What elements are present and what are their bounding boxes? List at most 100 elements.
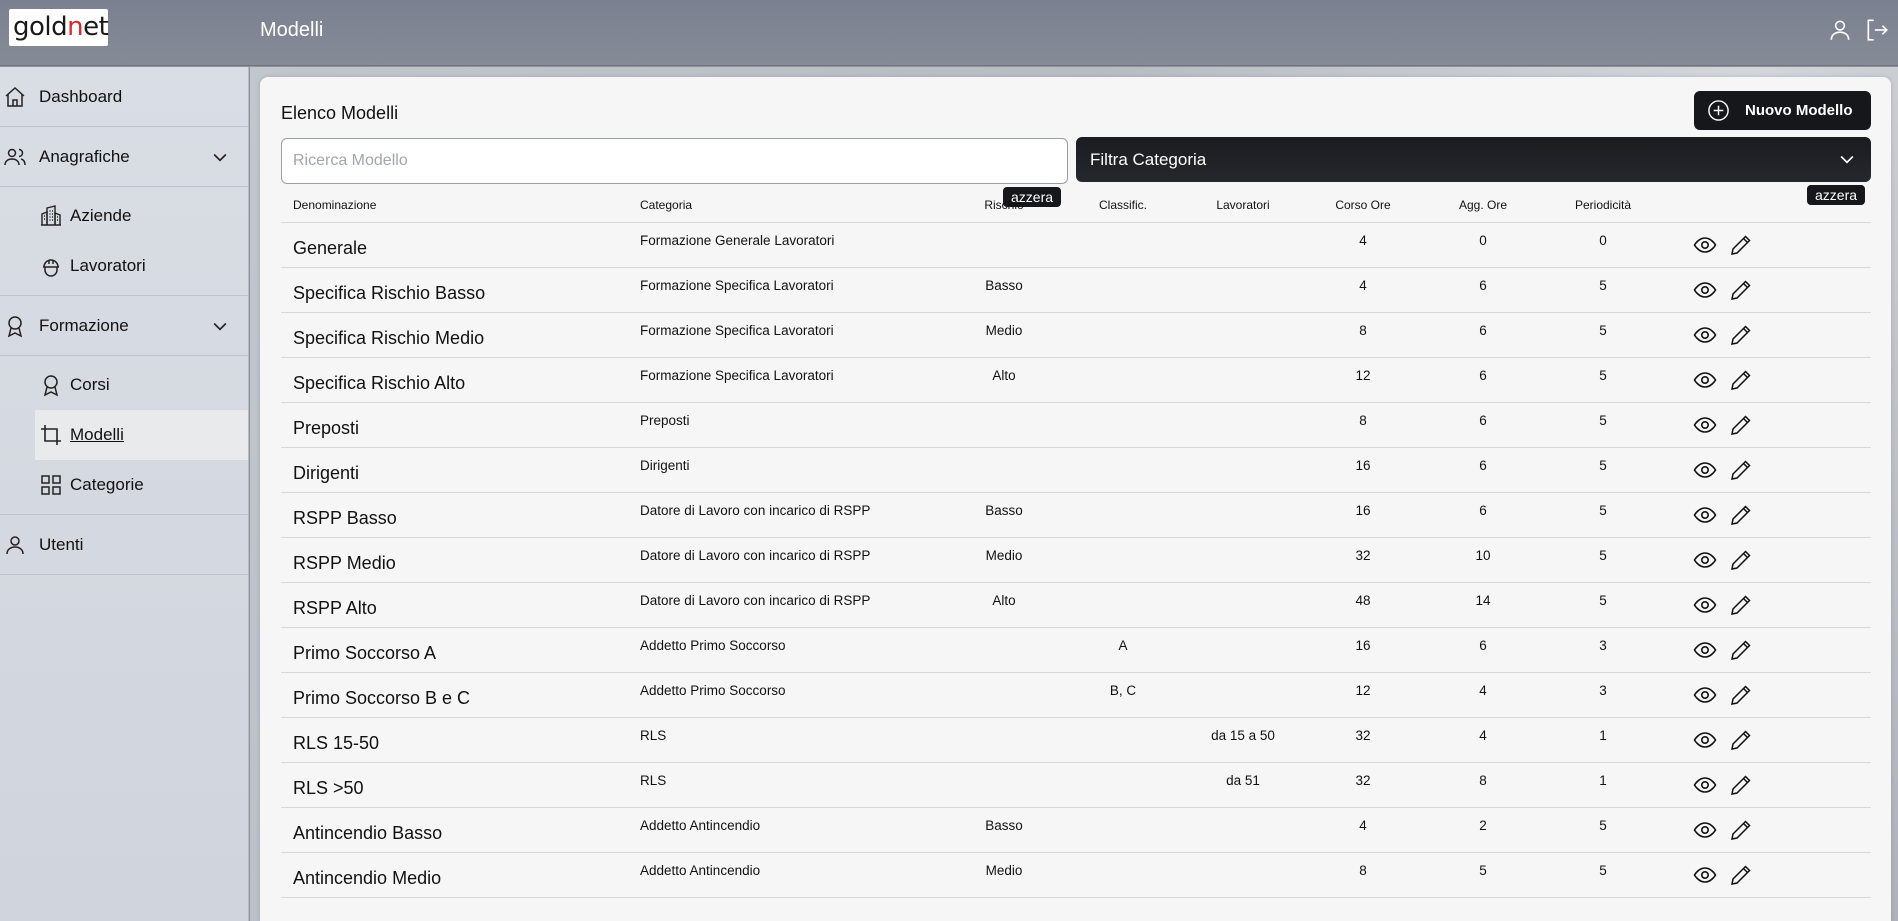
cell-risk: Basso (985, 817, 1023, 833)
sidebar-item-modelli[interactable]: Modelli (35, 410, 248, 460)
sidebar-item-lavoratori[interactable]: Lavoratori (35, 241, 248, 291)
eye-icon[interactable] (1693, 728, 1717, 752)
header-classification[interactable]: Classific. (1068, 198, 1178, 212)
cell-workers (1178, 600, 1308, 610)
header-name[interactable]: Denominazione (281, 198, 640, 212)
helmet-icon (39, 254, 63, 278)
eye-icon[interactable] (1693, 458, 1717, 482)
cell-category: Addetto Primo Soccorso (640, 682, 786, 698)
eye-icon[interactable] (1693, 683, 1717, 707)
sidebar-item-dashboard[interactable]: Dashboard (0, 67, 248, 127)
pencil-icon[interactable] (1729, 458, 1753, 482)
goldnet-logo[interactable]: goldnet (9, 9, 109, 46)
table-row[interactable]: RSPP Basso Datore di Lavoro con incarico… (281, 493, 1871, 538)
logo-suffix: et (83, 12, 109, 42)
row-actions (1658, 728, 1771, 752)
table-row[interactable]: RLS >50 RLS da 51 32 8 1 (281, 763, 1871, 808)
eye-icon[interactable] (1693, 818, 1717, 842)
eye-icon[interactable] (1693, 548, 1717, 572)
table-row[interactable]: Primo Soccorso A Addetto Primo Soccorso … (281, 628, 1871, 673)
new-model-button[interactable]: Nuovo Modello (1694, 91, 1871, 130)
pencil-icon[interactable] (1729, 863, 1753, 887)
row-actions (1658, 503, 1771, 527)
eye-icon[interactable] (1693, 323, 1717, 347)
header-category[interactable]: Categoria (640, 198, 940, 212)
header-update-hours[interactable]: Agg. Ore (1418, 198, 1548, 212)
cell-risk (940, 690, 1068, 700)
pencil-icon[interactable] (1729, 323, 1753, 347)
cell-category: Dirigenti (640, 457, 690, 473)
cell-name: Specifica Rischio Alto (293, 372, 466, 393)
cell-risk (940, 465, 1068, 475)
table-row[interactable]: Specifica Rischio Medio Formazione Speci… (281, 313, 1871, 358)
cell-category: RLS (640, 772, 667, 788)
sidebar-item-categorie[interactable]: Categorie (35, 460, 248, 510)
eye-icon[interactable] (1693, 413, 1717, 437)
cell-classification (1068, 600, 1178, 610)
table-row[interactable]: Generale Formazione Generale Lavoratori … (281, 223, 1871, 268)
table-row[interactable]: Dirigenti Dirigenti 16 6 5 (281, 448, 1871, 493)
pencil-icon[interactable] (1729, 593, 1753, 617)
panel-title: Elenco Modelli (281, 103, 399, 123)
sidebar-item-formazione[interactable]: Formazione (0, 296, 248, 356)
eye-icon[interactable] (1693, 773, 1717, 797)
header-workers[interactable]: Lavoratori (1178, 198, 1308, 212)
table-row[interactable]: Preposti Preposti 8 6 5 (281, 403, 1871, 448)
logout-icon[interactable] (1864, 17, 1890, 43)
table-row[interactable]: RSPP Alto Datore di Lavoro con incarico … (281, 583, 1871, 628)
row-actions (1658, 773, 1771, 797)
header-course-hours[interactable]: Corso Ore (1308, 198, 1418, 212)
eye-icon[interactable] (1693, 503, 1717, 527)
cell-workers (1178, 825, 1308, 835)
pencil-icon[interactable] (1729, 728, 1753, 752)
cell-risk: Medio (985, 547, 1023, 563)
category-filter-select[interactable]: Filtra Categoria (1076, 137, 1871, 182)
crop-icon (39, 423, 63, 447)
pencil-icon[interactable] (1729, 818, 1753, 842)
header-periodicity[interactable]: Periodicità (1548, 198, 1658, 212)
table-row[interactable]: RLS 15-50 RLS da 15 a 50 32 4 1 (281, 718, 1871, 763)
cell-name: RSPP Medio (293, 552, 396, 573)
pencil-icon[interactable] (1729, 773, 1753, 797)
pencil-icon[interactable] (1729, 548, 1753, 572)
eye-icon[interactable] (1693, 638, 1717, 662)
table-row[interactable]: Antincendio Medio Addetto Antincendio Me… (281, 853, 1871, 898)
search-input[interactable] (281, 138, 1068, 184)
cell-name: Specifica Rischio Medio (293, 327, 485, 348)
sidebar-item-anagrafiche[interactable]: Anagrafiche (0, 127, 248, 187)
eye-icon[interactable] (1693, 593, 1717, 617)
eye-icon[interactable] (1693, 863, 1717, 887)
cell-periodicity: 5 (1599, 502, 1607, 518)
sidebar-item-utenti[interactable]: Utenti (0, 515, 248, 575)
table-row[interactable]: Primo Soccorso B e C Addetto Primo Socco… (281, 673, 1871, 718)
cell-name: RSPP Alto (293, 597, 377, 618)
table-row[interactable]: Antincendio Basso Addetto Antincendio Ba… (281, 808, 1871, 853)
pencil-icon[interactable] (1729, 413, 1753, 437)
cell-course-hours: 4 (1359, 817, 1367, 833)
pencil-icon[interactable] (1729, 368, 1753, 392)
table-row[interactable]: RSPP Medio Datore di Lavoro con incarico… (281, 538, 1871, 583)
cell-course-hours: 32 (1355, 727, 1371, 743)
pencil-icon[interactable] (1729, 278, 1753, 302)
sidebar-item-corsi[interactable]: Corsi (35, 360, 248, 410)
table-row[interactable]: Specifica Rischio Basso Formazione Speci… (281, 268, 1871, 313)
header-risk[interactable]: Rischio (940, 198, 1068, 212)
anagrafiche-submenu: Aziende Lavoratori (0, 187, 248, 296)
cell-risk: Alto (992, 592, 1016, 608)
pencil-icon[interactable] (1729, 503, 1753, 527)
user-icon[interactable] (1827, 17, 1853, 43)
pencil-icon[interactable] (1729, 638, 1753, 662)
eye-icon[interactable] (1693, 368, 1717, 392)
pencil-icon[interactable] (1729, 233, 1753, 257)
eye-icon[interactable] (1693, 278, 1717, 302)
eye-icon[interactable] (1693, 233, 1717, 257)
cell-name: RSPP Basso (293, 507, 397, 528)
cell-classification (1068, 420, 1178, 430)
cell-classification (1068, 465, 1178, 475)
cell-periodicity: 5 (1599, 547, 1607, 563)
table-row[interactable]: Specifica Rischio Alto Formazione Specif… (281, 358, 1871, 403)
sidebar-item-label: Modelli (70, 425, 124, 444)
cell-name: Dirigenti (293, 462, 360, 483)
sidebar-item-aziende[interactable]: Aziende (35, 191, 248, 241)
pencil-icon[interactable] (1729, 683, 1753, 707)
